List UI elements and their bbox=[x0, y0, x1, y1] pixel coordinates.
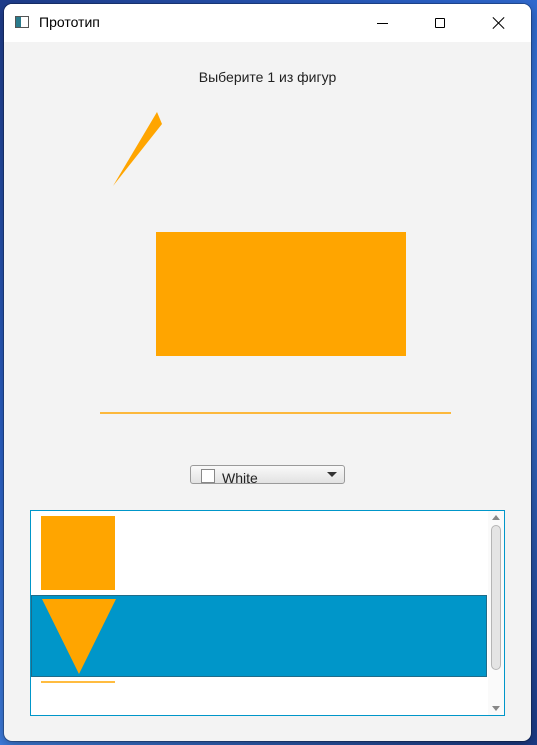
color-picker-value: White bbox=[222, 470, 258, 484]
shape-canvas bbox=[100, 112, 451, 414]
scrollbar-thumb[interactable] bbox=[491, 525, 501, 670]
shape-rectangle[interactable] bbox=[156, 232, 406, 356]
vertical-scrollbar[interactable] bbox=[488, 511, 504, 715]
list-item-square[interactable] bbox=[31, 511, 487, 594]
square-shape-preview bbox=[41, 516, 115, 590]
color-swatch bbox=[201, 469, 215, 483]
list-item-triangle-selected[interactable] bbox=[31, 595, 487, 677]
list-square bbox=[41, 516, 115, 590]
app-window: Прототип Выберите 1 из фигур White bbox=[4, 4, 531, 741]
scroll-up-icon[interactable] bbox=[492, 515, 500, 520]
triangle-shape-preview bbox=[42, 599, 116, 674]
shape-list[interactable] bbox=[30, 510, 505, 716]
chevron-down-icon bbox=[327, 472, 337, 477]
list-item-line[interactable] bbox=[31, 677, 487, 715]
list-triangle bbox=[42, 599, 116, 674]
line-shape-preview bbox=[41, 681, 115, 683]
shape-triangle[interactable] bbox=[113, 112, 162, 186]
color-picker[interactable]: White bbox=[190, 465, 345, 484]
scroll-down-icon[interactable] bbox=[492, 706, 500, 711]
